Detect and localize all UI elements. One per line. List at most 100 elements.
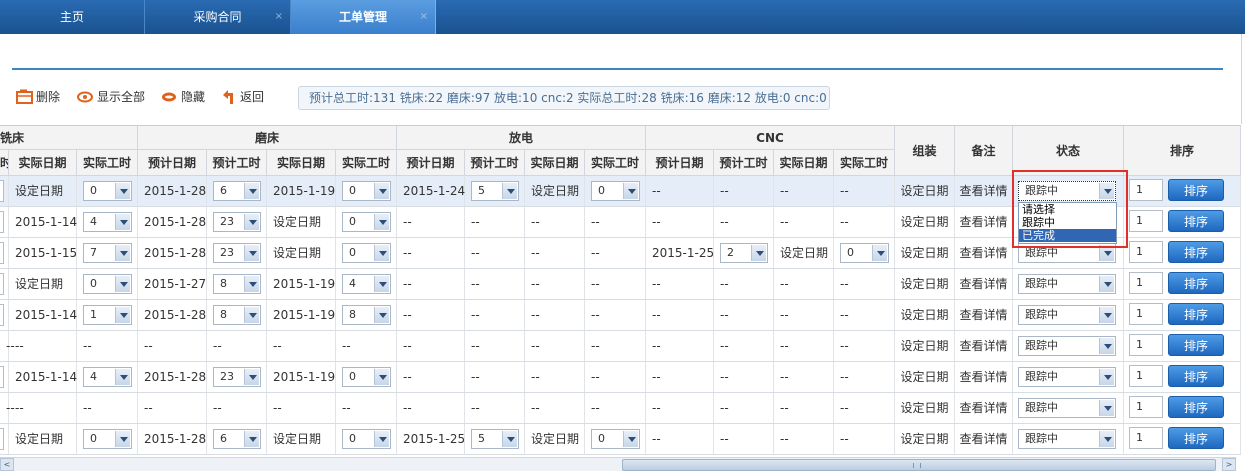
status-select[interactable]: 跟踪中	[1018, 274, 1116, 294]
cell-g-ad[interactable]: 设定日期	[267, 424, 336, 454]
hours-input[interactable]	[0, 180, 4, 202]
status-select[interactable]: 跟踪中	[1018, 398, 1116, 418]
hours-select[interactable]: 0	[83, 429, 132, 449]
set-date-link[interactable]: 设定日期	[895, 424, 955, 454]
hours-select[interactable]: 5	[471, 429, 519, 449]
delete-button[interactable]: 删除	[16, 88, 66, 106]
set-date-link[interactable]: 设定日期	[895, 238, 955, 268]
sort-button[interactable]: 排序	[1168, 365, 1224, 387]
cell-n-ad[interactable]: 设定日期	[774, 238, 834, 268]
hours-select[interactable]: 8	[213, 274, 261, 294]
view-details-link[interactable]: 查看详情	[955, 238, 1013, 268]
tab-purchase-contract[interactable]: 采购合同 ×	[145, 0, 291, 34]
hours-select[interactable]: 0	[83, 181, 132, 201]
hours-select[interactable]: 23	[213, 243, 261, 263]
view-details-link[interactable]: 查看详情	[955, 269, 1013, 299]
hours-select[interactable]: 0	[342, 181, 391, 201]
view-details-link[interactable]: 查看详情	[955, 331, 1013, 361]
sort-input[interactable]: 1	[1129, 334, 1163, 356]
sort-button[interactable]: 排序	[1168, 179, 1224, 201]
hide-button[interactable]: 隐藏	[161, 88, 209, 106]
view-details-link[interactable]: 查看详情	[955, 300, 1013, 330]
sort-input[interactable]: 1	[1129, 272, 1163, 294]
hours-input[interactable]	[0, 428, 4, 450]
close-icon[interactable]: ×	[420, 0, 428, 34]
view-details-link[interactable]: 查看详情	[955, 176, 1013, 206]
sort-input[interactable]: 1	[1129, 303, 1163, 325]
close-icon[interactable]: ×	[275, 0, 283, 34]
status-select[interactable]: 跟踪中	[1018, 367, 1116, 387]
sort-input[interactable]: 1	[1129, 427, 1163, 449]
set-date-link[interactable]: 设定日期	[895, 331, 955, 361]
scroll-left-icon[interactable]: <	[0, 458, 14, 471]
tab-work-order[interactable]: 工单管理 ×	[291, 0, 436, 34]
cell-m-ad[interactable]: 设定日期	[9, 176, 77, 206]
hours-select[interactable]: 4	[83, 212, 132, 232]
set-date-link[interactable]: 设定日期	[895, 176, 955, 206]
sort-button[interactable]: 排序	[1168, 396, 1224, 418]
hours-select[interactable]: 6	[213, 181, 261, 201]
hours-select[interactable]: 0	[83, 274, 132, 294]
hours-select[interactable]: 8	[342, 305, 391, 325]
hours-select[interactable]: 7	[83, 243, 132, 263]
cell-e-ad[interactable]: 设定日期	[525, 176, 585, 206]
set-date-link[interactable]: 设定日期	[895, 269, 955, 299]
hours-select[interactable]: 0	[840, 243, 889, 263]
set-date-link[interactable]: 设定日期	[895, 207, 955, 237]
sort-input[interactable]: 1	[1129, 396, 1163, 418]
sort-button[interactable]: 排序	[1168, 334, 1224, 356]
hours-select[interactable]: 4	[83, 367, 132, 387]
set-date-link[interactable]: 设定日期	[895, 362, 955, 392]
sort-button[interactable]: 排序	[1168, 241, 1224, 263]
hours-select[interactable]: 23	[213, 212, 261, 232]
hours-select[interactable]: 0	[591, 429, 640, 449]
set-date-link[interactable]: 设定日期	[895, 300, 955, 330]
scroll-right-icon[interactable]: >	[1222, 458, 1236, 471]
hours-input[interactable]	[0, 211, 4, 233]
sort-button[interactable]: 排序	[1168, 272, 1224, 294]
sort-button[interactable]: 排序	[1168, 427, 1224, 449]
sort-input[interactable]: 1	[1129, 365, 1163, 387]
cell-e-ad[interactable]: 设定日期	[525, 424, 585, 454]
cell-m-ad[interactable]: 设定日期	[9, 269, 77, 299]
hours-select[interactable]: 0	[342, 429, 391, 449]
hours-select[interactable]: 0	[591, 181, 640, 201]
hours-select[interactable]: 1	[83, 305, 132, 325]
cell-g-ad[interactable]: 设定日期	[267, 238, 336, 268]
show-all-button[interactable]: 显示全部	[77, 88, 149, 106]
hours-input[interactable]	[0, 242, 4, 264]
horizontal-scrollbar[interactable]: < >	[0, 457, 1236, 471]
set-date-link[interactable]: 设定日期	[895, 393, 955, 423]
hours-select[interactable]: 23	[213, 367, 261, 387]
status-select[interactable]: 跟踪中	[1018, 336, 1116, 356]
cell-m-ad[interactable]: 设定日期	[9, 424, 77, 454]
scroll-thumb[interactable]	[622, 459, 1216, 471]
sort-input[interactable]: 1	[1129, 210, 1163, 232]
view-details-link[interactable]: 查看详情	[955, 207, 1013, 237]
back-button[interactable]: 返回	[220, 88, 268, 106]
cell-g-ad[interactable]: 设定日期	[267, 207, 336, 237]
hours-select[interactable]: 8	[213, 305, 261, 325]
view-details-link[interactable]: 查看详情	[955, 424, 1013, 454]
cell-c0	[0, 269, 9, 299]
hours-select-value: 0	[90, 277, 97, 290]
hours-input[interactable]	[0, 304, 4, 326]
hours-select[interactable]: 4	[342, 274, 391, 294]
hours-input[interactable]	[0, 273, 4, 295]
hours-select[interactable]: 6	[213, 429, 261, 449]
hours-select[interactable]: 5	[471, 181, 519, 201]
status-select[interactable]: 跟踪中	[1018, 305, 1116, 325]
hours-input[interactable]	[0, 366, 4, 388]
hours-select[interactable]: 0	[342, 243, 391, 263]
view-details-link[interactable]: 查看详情	[955, 362, 1013, 392]
view-details-link[interactable]: 查看详情	[955, 393, 1013, 423]
sort-button[interactable]: 排序	[1168, 210, 1224, 232]
sort-input[interactable]: 1	[1129, 241, 1163, 263]
hours-select[interactable]: 0	[342, 367, 391, 387]
sort-button[interactable]: 排序	[1168, 303, 1224, 325]
status-select[interactable]: 跟踪中	[1018, 429, 1116, 449]
sort-input[interactable]: 1	[1129, 179, 1163, 201]
hours-select[interactable]: 2	[720, 243, 768, 263]
hours-select[interactable]: 0	[342, 212, 391, 232]
tab-home[interactable]: 主页	[0, 0, 145, 34]
